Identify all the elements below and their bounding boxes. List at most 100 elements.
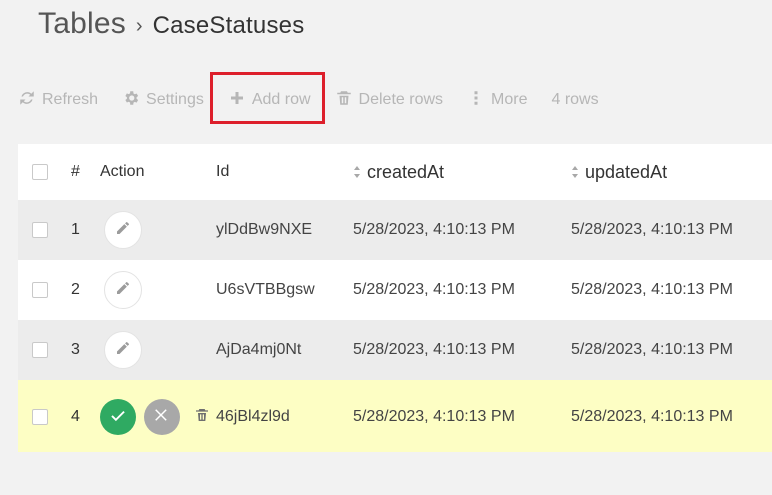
edit-row-button[interactable] [104,271,142,309]
row-action-cell [100,380,216,452]
more-button[interactable]: More [467,89,527,112]
trash-icon [194,407,210,428]
row-updatedat: 5/28/2023, 4:10:13 PM [571,408,733,425]
header-id-label: Id [216,163,230,180]
row-createdat: 5/28/2023, 4:10:13 PM [353,221,515,238]
row-select-cell [18,320,66,380]
row-id-cell: 46jBl4zl9d [216,380,353,452]
data-table: # Action Id createdAt updatedAt 1 ylDdBw… [18,144,772,452]
check-icon [109,406,127,429]
row-updatedat-cell: 5/28/2023, 4:10:13 PM [571,260,772,320]
plus-icon [228,89,246,112]
row-id: AjDa4mj0Nt [216,341,302,358]
row-checkbox[interactable] [32,409,48,425]
row-id: ylDdBw9NXE [216,221,313,238]
createdat-sort-header[interactable]: createdAt [353,162,444,183]
row-updatedat: 5/28/2023, 4:10:13 PM [571,341,733,358]
row-createdat-cell: 5/28/2023, 4:10:13 PM [353,200,571,260]
cancel-row-button[interactable] [144,399,180,435]
trash-icon [335,89,353,112]
header-action-cell: Action [100,144,216,200]
header-createdat-cell[interactable]: createdAt [353,144,571,200]
table-row: 1 ylDdBw9NXE 5/28/2023, 4:10:13 PM 5/28/… [18,200,772,260]
header-num-cell: # [66,144,100,200]
edit-row-button[interactable] [104,331,142,369]
add-row-label: Add row [251,91,311,108]
edit-row-button[interactable] [104,211,142,249]
header-id-cell: Id [216,144,353,200]
confirm-row-button[interactable] [100,399,136,435]
toolbar: Refresh Settings Add row Delete rows Mor… [18,88,599,112]
header-updatedat-label: updatedAt [585,161,668,182]
page: Tables › CaseStatuses Refresh Settings A… [0,0,772,495]
row-checkbox[interactable] [32,342,48,358]
row-action-cell [100,260,216,320]
close-icon [153,406,171,429]
row-num-cell: 2 [66,260,100,320]
row-select-cell [18,200,66,260]
settings-button[interactable]: Settings [122,89,204,112]
row-id: U6sVTBBgsw [216,281,315,298]
row-createdat-cell: 5/28/2023, 4:10:13 PM [353,260,571,320]
table-header-row: # Action Id createdAt updatedAt [18,144,772,200]
header-num-label: # [71,163,80,180]
row-createdat: 5/28/2023, 4:10:13 PM [353,341,515,358]
updatedat-sort-header[interactable]: updatedAt [571,162,667,183]
row-createdat-cell: 5/28/2023, 4:10:13 PM [353,380,571,452]
page-title: CaseStatuses [152,12,305,39]
add-row-button[interactable]: Add row [228,89,311,112]
row-select-cell [18,380,66,452]
rows-count: 4 rows [551,91,599,108]
pencil-icon [115,280,131,301]
row-action-cell [100,200,216,260]
refresh-label: Refresh [42,91,99,108]
table-row-editing: 4 46jBl4zl9d 5/28/2023, 4:10:13 PM 5/28/… [18,380,772,452]
row-createdat: 5/28/2023, 4:10:13 PM [353,408,515,425]
row-select-cell [18,260,66,320]
settings-label: Settings [146,91,204,108]
sort-icon [353,165,361,179]
more-vertical-icon [467,89,485,112]
row-updatedat: 5/28/2023, 4:10:13 PM [571,281,733,298]
row-num-cell: 1 [66,200,100,260]
table-row: 2 U6sVTBBgsw 5/28/2023, 4:10:13 PM 5/28/… [18,260,772,320]
breadcrumb-tables-link[interactable]: Tables [38,9,126,39]
select-all-checkbox[interactable] [32,164,48,180]
header-updatedat-cell[interactable]: updatedAt [571,144,772,200]
row-number: 2 [71,281,80,298]
row-createdat-cell: 5/28/2023, 4:10:13 PM [353,320,571,380]
header-createdat-label: createdAt [367,161,445,182]
row-checkbox[interactable] [32,222,48,238]
row-num-cell: 3 [66,320,100,380]
row-num-cell: 4 [66,380,100,452]
refresh-button[interactable]: Refresh [18,89,98,112]
row-id-cell: ylDdBw9NXE [216,200,353,260]
row-action-cell [100,320,216,380]
row-number: 1 [71,221,80,238]
more-label: More [491,91,528,108]
row-number: 3 [71,341,80,358]
header-select-all-cell [18,144,66,200]
pencil-icon [115,340,131,361]
row-checkbox[interactable] [32,282,48,298]
refresh-icon [18,89,36,112]
delete-rows-label: Delete rows [358,91,444,108]
row-id-cell: U6sVTBBgsw [216,260,353,320]
row-id-cell: AjDa4mj0Nt [216,320,353,380]
breadcrumb: Tables › CaseStatuses [38,9,304,39]
row-createdat: 5/28/2023, 4:10:13 PM [353,281,515,298]
delete-row-button[interactable] [192,407,212,427]
header-action-label: Action [100,163,145,180]
row-updatedat-cell: 5/28/2023, 4:10:13 PM [571,380,772,452]
breadcrumb-separator: › [135,15,143,37]
delete-rows-button[interactable]: Delete rows [335,89,443,112]
pencil-icon [115,220,131,241]
sort-icon [571,165,579,179]
row-id: 46jBl4zl9d [216,408,290,425]
row-updatedat: 5/28/2023, 4:10:13 PM [571,221,733,238]
row-updatedat-cell: 5/28/2023, 4:10:13 PM [571,320,772,380]
row-updatedat-cell: 5/28/2023, 4:10:13 PM [571,200,772,260]
row-number: 4 [71,408,80,425]
gear-icon [122,89,140,112]
table-row: 3 AjDa4mj0Nt 5/28/2023, 4:10:13 PM 5/28/… [18,320,772,380]
